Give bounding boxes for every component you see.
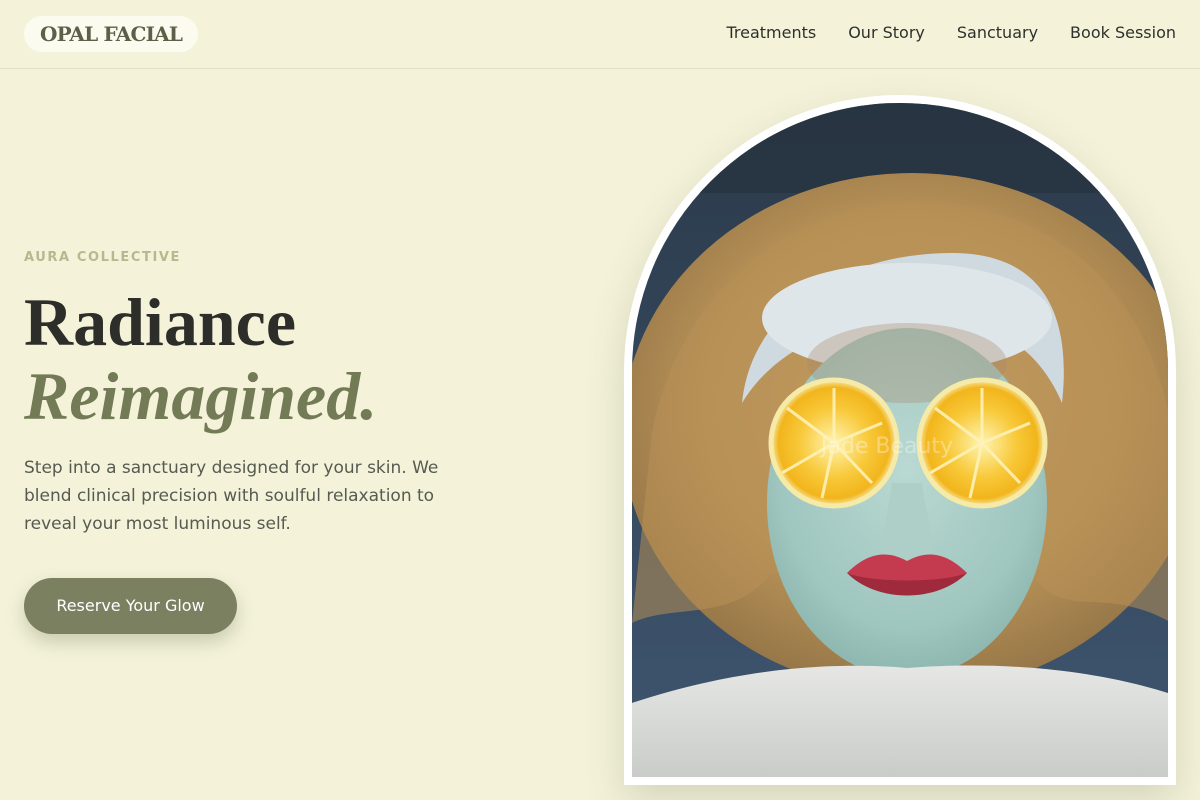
- image-watermark: Jade Beauty: [819, 434, 953, 459]
- hero-description: Step into a sanctuary designed for your …: [24, 458, 439, 534]
- nav-link-treatments[interactable]: Treatments: [726, 22, 816, 44]
- nav-link-sanctuary[interactable]: Sanctuary: [957, 22, 1038, 44]
- site-header: OPAL FACIAL Treatments Our Story Sanctua…: [0, 0, 1200, 69]
- brand-logo[interactable]: OPAL FACIAL: [24, 16, 199, 52]
- nav-link-our-story[interactable]: Our Story: [848, 22, 925, 44]
- main-nav: Treatments Our Story Sanctuary Book Sess…: [726, 22, 1176, 44]
- nav-link-book-session[interactable]: Book Session: [1070, 22, 1176, 44]
- hero-headline: Radiance Reimagined.: [24, 284, 377, 432]
- hero-image: Jade Beauty: [632, 103, 1168, 777]
- reserve-glow-button[interactable]: Reserve Your Glow: [24, 578, 237, 634]
- hero-eyebrow: AURA COLLECTIVE: [24, 250, 182, 265]
- headline-line-1: Radiance: [24, 284, 296, 360]
- headline-line-2: Reimagined.: [24, 358, 378, 434]
- hero-image-frame: Jade Beauty: [624, 95, 1176, 785]
